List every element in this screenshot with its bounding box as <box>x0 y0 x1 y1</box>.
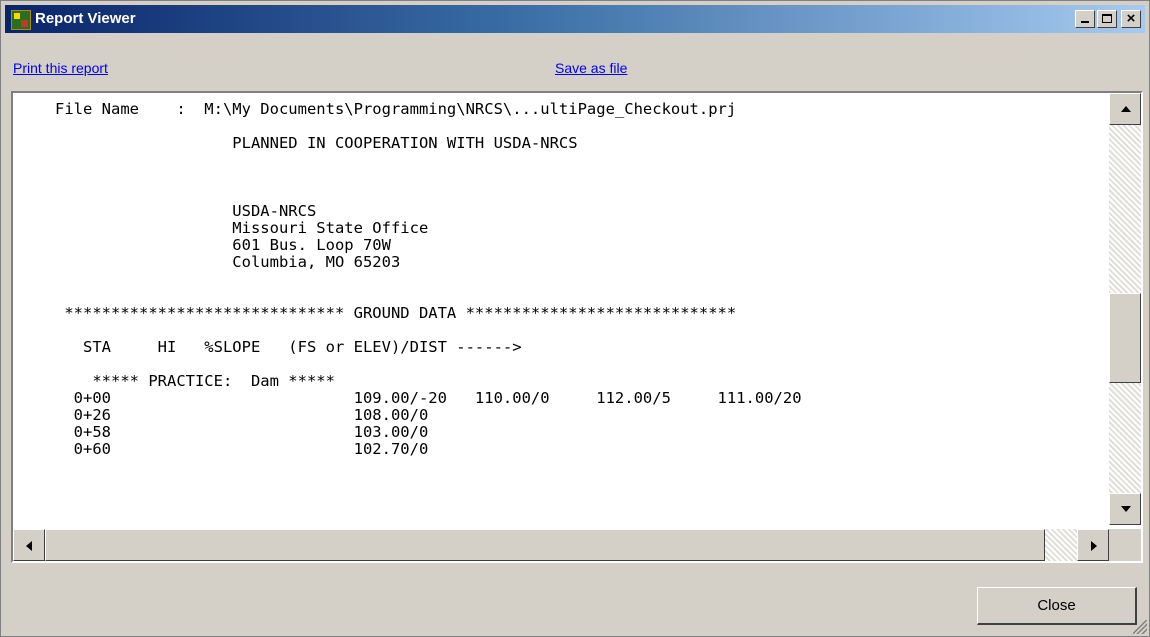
horizontal-scrollbar[interactable] <box>13 529 1109 561</box>
close-button[interactable]: Close <box>977 587 1137 625</box>
scroll-up-button[interactable] <box>1109 93 1141 125</box>
report-line: 0+00 109.00/-20 110.00/0 112.00/5 111.00… <box>73 389 802 407</box>
report-text-area[interactable]: File Name : M:\My Documents\Programming\… <box>13 93 1109 525</box>
arrow-up-icon <box>1121 106 1131 112</box>
report-text: File Name : M:\My Documents\Programming\… <box>13 93 1109 458</box>
scrollbar-corner <box>1109 529 1141 561</box>
report-line: 601 Bus. Loop 70W <box>232 236 391 254</box>
app-icon <box>11 10 31 30</box>
scroll-left-button[interactable] <box>13 529 45 561</box>
report-line: 0+26 108.00/0 <box>73 406 429 424</box>
arrow-left-icon <box>26 541 32 551</box>
vertical-scrollbar[interactable] <box>1109 93 1141 525</box>
report-line: STA HI %SLOPE (FS or ELEV)/DIST ------> <box>82 338 522 356</box>
report-line: PLANNED IN COOPERATION WITH USDA-NRCS <box>232 134 578 152</box>
close-icon: × <box>1126 10 1136 27</box>
maximize-icon <box>1102 14 1112 23</box>
report-line: 0+60 102.70/0 <box>73 440 429 458</box>
horizontal-scroll-thumb[interactable] <box>45 529 1045 561</box>
scroll-down-button[interactable] <box>1109 493 1141 525</box>
title-bar[interactable]: Report Viewer × <box>5 5 1145 33</box>
window-title: Report Viewer <box>35 10 136 27</box>
maximize-button[interactable] <box>1097 10 1117 28</box>
report-line: Missouri State Office <box>232 219 429 237</box>
arrow-right-icon <box>1091 541 1097 551</box>
report-line: 0+58 103.00/0 <box>73 423 429 441</box>
print-report-link[interactable]: Print this report <box>13 60 108 76</box>
report-line: USDA-NRCS <box>232 202 317 220</box>
report-line: ***** PRACTICE: Dam ***** <box>92 372 335 390</box>
report-line: ****************************** GROUND DA… <box>64 304 737 322</box>
report-line: Columbia, MO 65203 <box>232 253 401 271</box>
vertical-scroll-thumb[interactable] <box>1109 293 1141 383</box>
arrow-down-icon <box>1121 506 1131 512</box>
report-viewer-window: Report Viewer × Print this report Save a… <box>0 0 1150 637</box>
resize-grip-icon[interactable] <box>1133 620 1147 634</box>
save-as-file-link[interactable]: Save as file <box>555 60 627 76</box>
report-viewer-pane: File Name : M:\My Documents\Programming\… <box>11 91 1143 563</box>
close-window-button[interactable]: × <box>1121 10 1141 28</box>
window-controls: × <box>1075 10 1141 28</box>
minimize-button[interactable] <box>1075 10 1095 28</box>
report-line: File Name : M:\My Documents\Programming\… <box>55 100 737 118</box>
minimize-icon <box>1081 21 1089 23</box>
scroll-right-button[interactable] <box>1077 529 1109 561</box>
